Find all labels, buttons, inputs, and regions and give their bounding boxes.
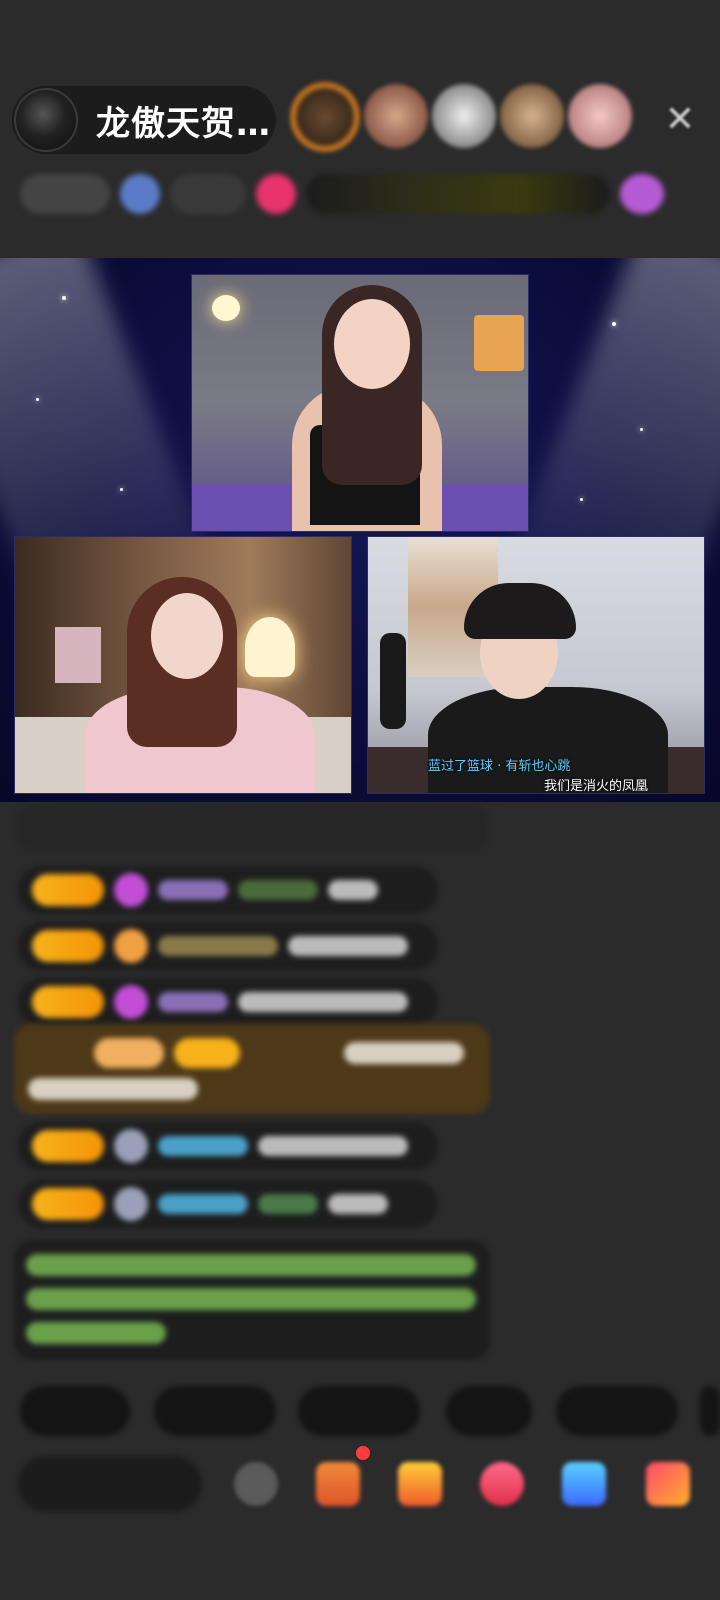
avatar [114, 929, 148, 963]
video-seat-right[interactable]: 蓝过了篮球 · 有斩也心跳 我们是消火的凤凰 [367, 536, 705, 794]
message-text [328, 880, 378, 900]
chat-message[interactable] [18, 866, 438, 914]
mention [258, 1194, 318, 1214]
viewer-avatar[interactable] [364, 84, 428, 148]
quick-reply-chip[interactable] [298, 1386, 420, 1436]
star [62, 296, 66, 300]
video-caption: 我们是消火的凤凰 [544, 779, 649, 794]
host-avatar[interactable] [14, 88, 78, 152]
level-badge [174, 1038, 240, 1068]
quick-reply-chip[interactable] [154, 1386, 276, 1436]
username[interactable] [158, 936, 278, 956]
message-text [288, 936, 408, 956]
person-face [151, 593, 223, 679]
star [120, 488, 123, 491]
message-text [328, 1194, 388, 1214]
guitar [380, 633, 406, 729]
viewer-avatar-list [290, 82, 632, 152]
star [36, 398, 39, 401]
gift-box-icon[interactable] [316, 1462, 360, 1506]
close-icon[interactable]: ✕ [660, 100, 700, 140]
mention [238, 880, 318, 900]
viewer-avatar[interactable] [290, 82, 360, 152]
level-badge [32, 1188, 104, 1220]
username[interactable] [158, 880, 228, 900]
quick-reply-chip[interactable] [446, 1386, 532, 1436]
video-caption: 蓝过了篮球 · 有斩也心跳 [428, 759, 571, 774]
more-icon[interactable] [646, 1462, 690, 1506]
rank-tag[interactable] [20, 174, 110, 214]
viewer-avatar[interactable] [432, 84, 496, 148]
level-badge [32, 986, 104, 1018]
lamp [245, 617, 295, 677]
notice-line [26, 1322, 166, 1344]
video-stage: 蓝过了篮球 · 有斩也心跳 我们是消火的凤凰 [0, 258, 720, 802]
badge-icon [120, 174, 160, 214]
avatar [114, 1129, 148, 1163]
diamond-icon [114, 985, 148, 1019]
rank-banner[interactable] [306, 174, 610, 214]
quick-reply-chip[interactable] [700, 1386, 720, 1436]
host-name: 龙傲天贺… [96, 103, 271, 144]
heart-icon[interactable] [256, 174, 296, 214]
host-info-pill[interactable]: 龙傲天贺… [12, 86, 276, 154]
badge [94, 1038, 164, 1068]
video-seat-top[interactable] [191, 274, 529, 532]
level-badge [32, 930, 104, 962]
lamp [212, 295, 240, 321]
notice-line [26, 1254, 476, 1276]
hair [464, 583, 576, 639]
gift-message-banner[interactable] [14, 1024, 490, 1114]
level-badge [32, 1130, 104, 1162]
message-text [28, 1078, 198, 1100]
quick-reply-chip[interactable] [556, 1386, 678, 1436]
rank-tag-row [20, 170, 700, 218]
avatar[interactable] [620, 174, 664, 214]
message-text [344, 1042, 464, 1064]
message-text [258, 1136, 408, 1156]
live-stream-room: 龙傲天贺… ✕ 蓝过了篮球 · 有斩也心跳 我们是消火的凤凰 [0, 0, 720, 1600]
chat-message[interactable] [18, 922, 438, 970]
emoji-icon[interactable] [234, 1462, 278, 1506]
game-icon[interactable] [562, 1462, 606, 1506]
message-text [238, 992, 408, 1012]
username[interactable] [158, 1136, 248, 1156]
username[interactable] [158, 1194, 248, 1214]
chat-message[interactable] [18, 1122, 438, 1170]
chat-message[interactable] [18, 1180, 438, 1228]
chat-system-message [18, 804, 488, 850]
star [640, 428, 643, 431]
viewer-avatar[interactable] [568, 84, 632, 148]
quick-reply-chip[interactable] [20, 1386, 130, 1436]
person-face [334, 299, 410, 389]
star [612, 322, 616, 326]
rank-tag[interactable] [170, 174, 246, 214]
chat-input[interactable] [18, 1456, 202, 1512]
diamond-icon [114, 873, 148, 907]
shelf-decor [474, 315, 524, 371]
chat-message[interactable] [18, 978, 438, 1026]
viewer-avatar[interactable] [500, 84, 564, 148]
treasure-icon[interactable] [398, 1462, 442, 1506]
username[interactable] [158, 992, 228, 1012]
heart-icon[interactable] [480, 1462, 524, 1506]
notification-dot [356, 1446, 370, 1460]
level-badge [32, 874, 104, 906]
avatar [114, 1187, 148, 1221]
star [580, 498, 583, 501]
video-seat-left[interactable] [14, 536, 352, 794]
wall-frame [55, 627, 101, 683]
room-notice-message [14, 1240, 490, 1360]
notice-line [26, 1288, 476, 1310]
